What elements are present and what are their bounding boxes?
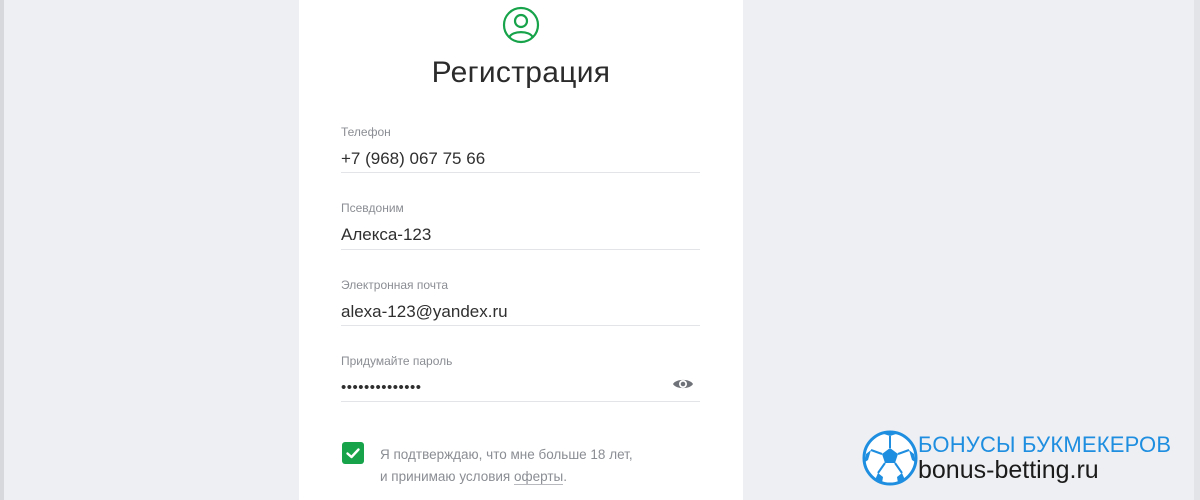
phone-field[interactable]: Телефон +7 (968) 067 75 66	[341, 124, 700, 173]
age-confirm-checkbox[interactable]	[342, 442, 364, 464]
password-field[interactable]: Придумайте пароль ••••••••••••••	[341, 353, 700, 402]
email-input[interactable]: alexa-123@yandex.ru	[341, 299, 700, 325]
consent-text: Я подтверждаю, что мне больше 18 лет, и …	[380, 444, 700, 488]
consent-line-2-suffix: .	[563, 469, 567, 484]
password-label: Придумайте пароль	[341, 354, 453, 368]
right-scrollbar-track	[1194, 0, 1200, 500]
page-title: Регистрация	[431, 56, 611, 89]
nickname-field[interactable]: Псевдоним Алекса-123	[341, 200, 700, 250]
phone-input[interactable]: +7 (968) 067 75 66	[341, 146, 700, 172]
user-circle-icon	[502, 6, 540, 44]
email-field[interactable]: Электронная почта alexa-123@yandex.ru	[341, 277, 700, 326]
page: Регистрация Телефон +7 (968) 067 75 66 П…	[0, 0, 1200, 500]
email-label: Электронная почта	[341, 278, 449, 292]
consent-line-2-prefix: и принимаю условия	[380, 469, 514, 484]
left-edge-shadow	[0, 0, 4, 500]
password-input[interactable]: ••••••••••••••	[341, 375, 700, 401]
watermark-title: БОНУСЫ БУКМЕКЕРОВ	[918, 432, 1172, 457]
registration-card: Регистрация Телефон +7 (968) 067 75 66 П…	[299, 0, 743, 500]
nickname-input[interactable]: Алекса-123	[341, 222, 700, 248]
nickname-label: Псевдоним	[341, 201, 404, 215]
checkmark-icon	[346, 448, 360, 459]
watermark-url: bonus-betting.ru	[918, 456, 1099, 484]
phone-label: Телефон	[341, 125, 391, 139]
consent-line-1: Я подтверждаю, что мне больше 18 лет,	[380, 447, 633, 462]
offer-link[interactable]: оферты	[513, 469, 564, 485]
eye-icon[interactable]	[672, 376, 694, 392]
watermark: БОНУСЫ БУКМЕКЕРОВ bonus-betting.ru	[862, 428, 1192, 492]
soccer-ball-icon	[862, 430, 918, 486]
